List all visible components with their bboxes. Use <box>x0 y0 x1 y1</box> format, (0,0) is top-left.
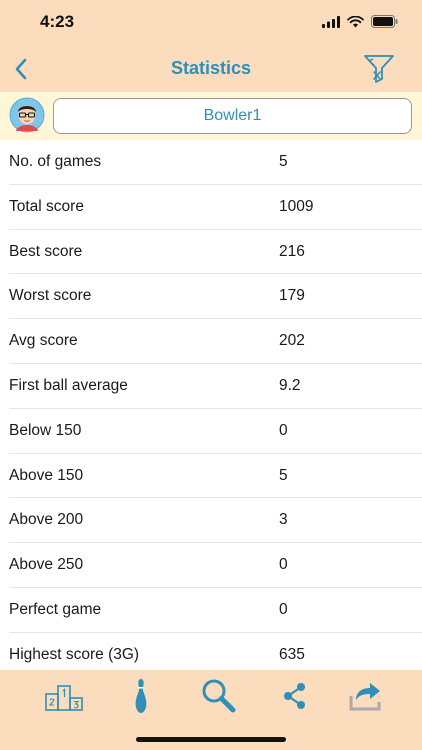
bowling-pin-icon <box>135 679 147 713</box>
stat-row-best-score: Best score 216 <box>0 230 422 275</box>
stat-label: Above 200 <box>9 511 84 529</box>
stat-label: Highest score (3G) <box>9 645 140 663</box>
stat-row-below-150: Below 150 0 <box>0 409 422 454</box>
tab-share[interactable] <box>275 676 315 716</box>
stat-label: Above 150 <box>9 466 84 484</box>
stat-label: First ball average <box>9 376 128 394</box>
export-icon <box>349 683 381 711</box>
stat-row-above-250: Above 250 0 <box>0 543 422 588</box>
stat-label: Perfect game <box>9 600 102 618</box>
wifi-icon <box>347 15 364 27</box>
stat-row-perfect-game: Perfect game 0 <box>0 588 422 633</box>
stat-value: 5 <box>279 153 288 170</box>
home-indicator <box>136 737 286 742</box>
stat-row-games: No. of games 5 <box>0 140 422 185</box>
stat-label: Best score <box>9 242 83 260</box>
stat-value: 0 <box>279 600 288 618</box>
podium-icon <box>45 685 83 711</box>
stat-label: Worst score <box>9 287 92 305</box>
stat-row-above-200: Above 200 3 <box>0 498 422 543</box>
stat-row-avg-score: Avg score 202 <box>0 319 422 364</box>
avatar <box>9 97 45 133</box>
stat-row-first-ball-average: First ball average 9.2 <box>0 364 422 409</box>
stat-label: No. of games <box>9 153 102 170</box>
battery-icon <box>371 15 398 28</box>
stat-label: Above 250 <box>9 556 84 574</box>
stat-value: 216 <box>279 242 305 260</box>
stat-label: Avg score <box>9 332 78 350</box>
search-icon <box>202 679 236 713</box>
stat-row-total-score: Total score 1009 <box>0 185 422 230</box>
stat-value: 0 <box>279 421 288 439</box>
stat-value: 635 <box>279 645 305 663</box>
stat-value: 9.2 <box>279 376 301 394</box>
bowler-selector-bar: Bowler1 <box>0 92 422 140</box>
tab-ranking[interactable] <box>44 676 84 716</box>
page-title: Statistics <box>170 58 252 78</box>
stat-value: 179 <box>279 287 305 305</box>
stat-label: Below 150 <box>9 421 82 439</box>
stat-row-above-150: Above 150 5 <box>0 454 422 499</box>
stat-value: 3 <box>279 511 288 529</box>
filter-clear-icon <box>364 55 394 83</box>
stat-value: 5 <box>279 466 288 484</box>
share-icon <box>284 683 305 709</box>
stat-row-worst-score: Worst score 179 <box>0 274 422 319</box>
bowler-select-button[interactable]: Bowler1 <box>53 98 412 134</box>
stats-list: No. of games 5 Total score 1009 Best sco… <box>0 140 422 678</box>
tab-export[interactable] <box>346 676 386 716</box>
header: 4:23 Statistics <box>0 0 422 92</box>
tab-games[interactable] <box>121 676 161 716</box>
stat-value: 0 <box>279 556 288 574</box>
status-bar: 4:23 <box>0 0 422 46</box>
stat-value: 1009 <box>279 197 314 215</box>
tab-search[interactable] <box>198 676 238 716</box>
stat-value: 202 <box>279 332 305 350</box>
filter-button[interactable] <box>362 51 396 85</box>
status-icons <box>322 15 398 28</box>
status-time: 4:23 <box>40 12 75 31</box>
nav-bar: Statistics <box>0 46 422 92</box>
stat-label: Total score <box>9 197 84 215</box>
signal-icon <box>322 15 340 28</box>
